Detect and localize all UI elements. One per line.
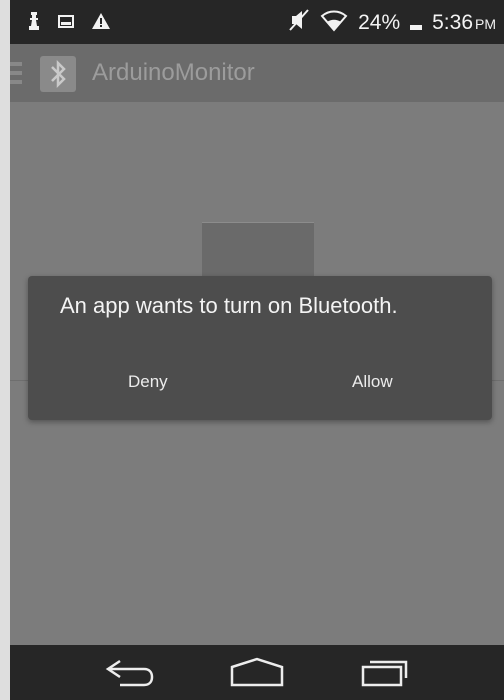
clock-time: 5:36 — [432, 10, 473, 34]
back-icon[interactable] — [102, 657, 158, 692]
recents-icon[interactable] — [360, 657, 410, 692]
action-bar: ArduinoMonitor — [10, 44, 504, 102]
notification-icons — [28, 12, 110, 35]
clock: 5:36 PM — [432, 11, 496, 35]
mute-icon — [288, 8, 310, 37]
phone-screen: 24% 5:36 PM ArduinoMonitor An app wants t… — [10, 0, 504, 700]
warning-icon — [92, 13, 110, 34]
app-title: ArduinoMonitor — [92, 59, 255, 86]
allow-button[interactable]: Allow — [352, 372, 393, 392]
status-bar: 24% 5:36 PM — [10, 0, 504, 44]
chess-piece-icon — [28, 12, 40, 35]
wifi-icon — [320, 8, 348, 37]
app-icon[interactable] — [40, 56, 76, 92]
deny-button[interactable]: Deny — [128, 372, 168, 392]
home-icon[interactable] — [226, 657, 288, 692]
drawer-indicator-icon[interactable] — [10, 58, 24, 93]
bluetooth-permission-dialog: An app wants to turn on Bluetooth. Deny … — [28, 276, 492, 420]
battery-icon — [410, 8, 423, 37]
system-status: 24% 5:36 PM — [288, 8, 496, 37]
clock-ampm: PM — [475, 15, 496, 32]
dialog-message: An app wants to turn on Bluetooth. — [60, 293, 398, 318]
image-notification-icon — [58, 13, 74, 34]
battery-percent: 24% — [358, 10, 401, 34]
bluetooth-icon — [40, 59, 76, 96]
navigation-bar — [10, 645, 504, 700]
